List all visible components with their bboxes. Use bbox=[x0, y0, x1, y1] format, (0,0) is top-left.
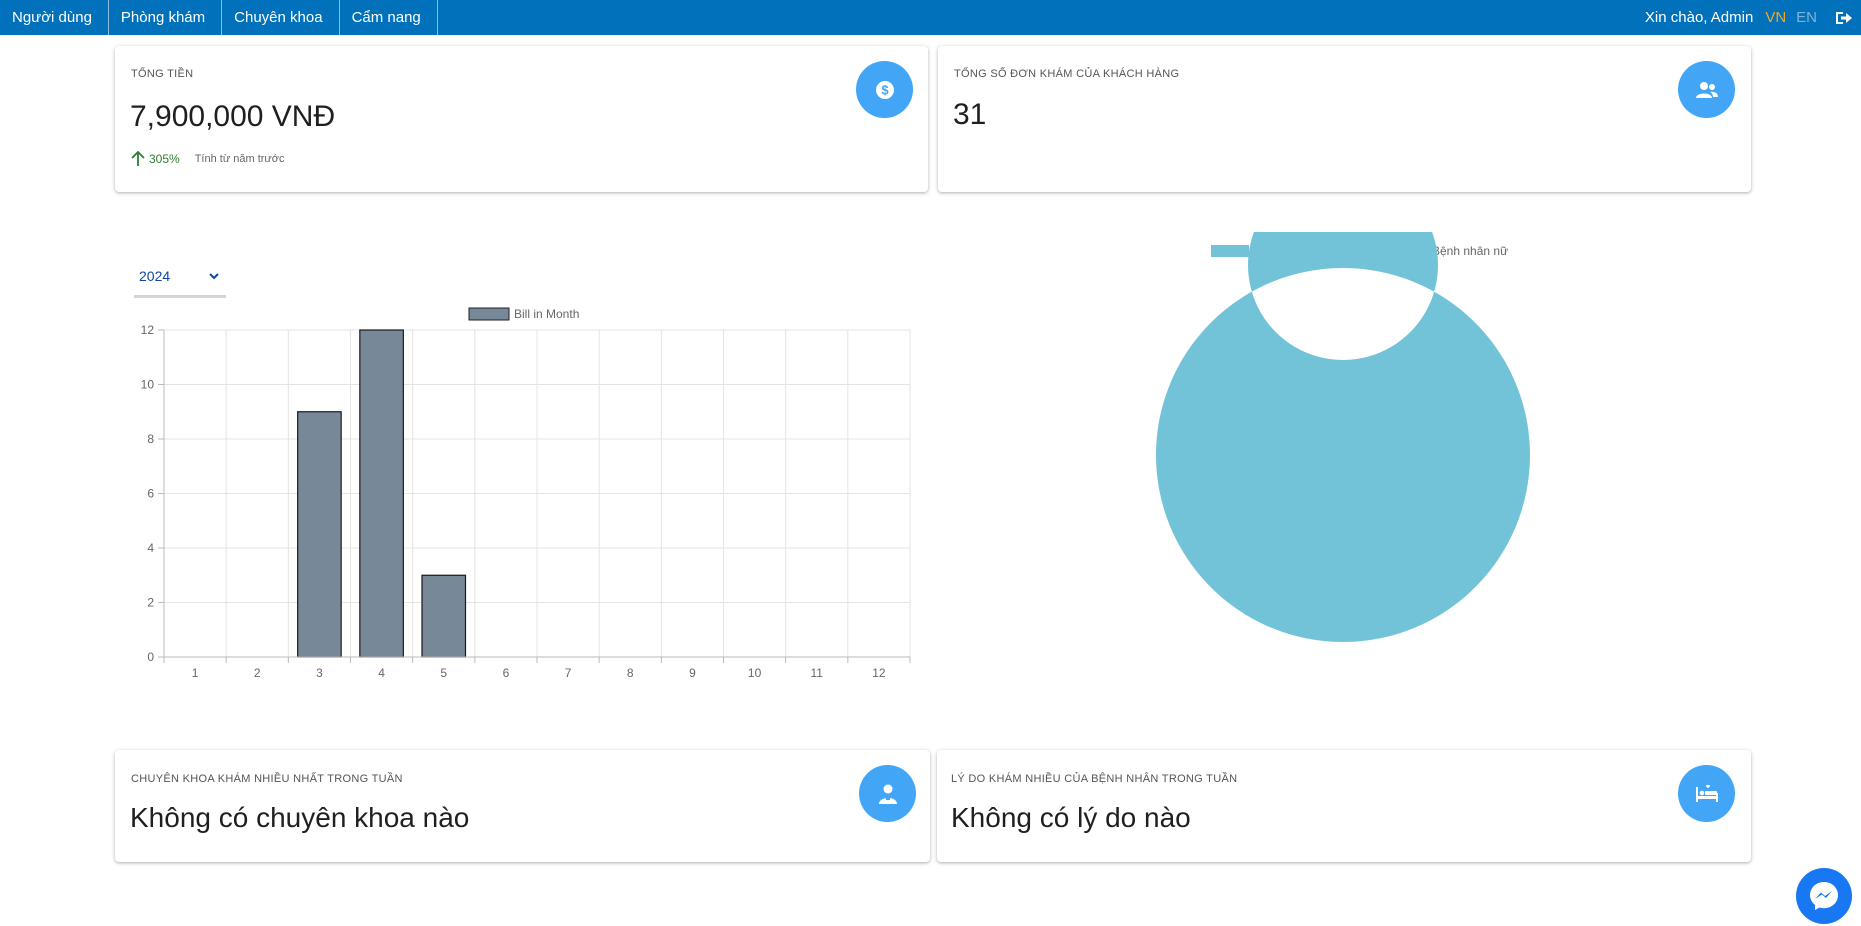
language-vn-toggle[interactable]: VN bbox=[1765, 9, 1786, 26]
x-tick-label: 8 bbox=[627, 666, 634, 680]
nav-item-handbook[interactable]: Cẩm nang bbox=[340, 0, 438, 35]
card-value: 7,900,000 VNĐ bbox=[130, 100, 336, 133]
total-money-card: TỔNG TIỀN 7,900,000 VNĐ $ bbox=[115, 46, 928, 192]
chart-legend-item: Bill in Month bbox=[468, 307, 579, 321]
legend-label: Bill in Month bbox=[514, 307, 579, 321]
arrow-up-icon bbox=[131, 151, 145, 166]
y-tick-label: 6 bbox=[147, 487, 154, 501]
card-label: LÝ DO KHÁM NHIỀU CỦA BỆNH NHÂN TRONG TUẦ… bbox=[951, 773, 1238, 785]
gender-donut-chart: Bệnh nhân namBệnh nhân nữ bbox=[1155, 232, 1530, 642]
doctor-icon bbox=[859, 765, 916, 822]
legend-swatch bbox=[468, 307, 510, 321]
x-tick-label: 10 bbox=[748, 666, 762, 680]
nav-item-label: Chuyên khoa bbox=[234, 9, 323, 26]
trend-indicator: 305% Tính từ năm trước bbox=[131, 151, 285, 167]
x-tick-label: 11 bbox=[811, 666, 824, 680]
year-select-value: 2024 bbox=[139, 268, 171, 284]
x-tick-label: 1 bbox=[192, 666, 199, 680]
y-tick-label: 10 bbox=[141, 378, 155, 392]
messenger-chat-button[interactable] bbox=[1796, 868, 1852, 924]
y-tick-label: 4 bbox=[147, 541, 154, 555]
nav-right-group: Xin chào, Admin VN EN bbox=[1645, 0, 1861, 35]
bar bbox=[421, 574, 467, 658]
top-reason-card: LÝ DO KHÁM NHIỀU CỦA BỆNH NHÂN TRONG TUẦ… bbox=[937, 750, 1751, 862]
chevron-down-icon bbox=[209, 273, 219, 280]
bar bbox=[359, 329, 404, 658]
card-value: Không có chuyên khoa nào bbox=[130, 802, 470, 833]
x-tick-label: 4 bbox=[378, 666, 385, 680]
svg-text:$: $ bbox=[881, 82, 889, 97]
nav-item-users[interactable]: Người dùng bbox=[0, 0, 109, 35]
card-value: 31 bbox=[953, 98, 987, 131]
card-value: Không có lý do nào bbox=[951, 802, 1191, 833]
logout-icon[interactable] bbox=[1827, 0, 1861, 35]
nav-item-label: Người dùng bbox=[12, 9, 92, 26]
card-label: CHUYÊN KHOA KHÁM NHIỀU NHẤT TRONG TUẦN bbox=[131, 773, 403, 785]
legend-label: Bệnh nhân nữ bbox=[1432, 244, 1508, 258]
messenger-icon bbox=[1810, 882, 1838, 910]
nav-item-clinics[interactable]: Phòng khám bbox=[109, 0, 223, 35]
dollar-icon: $ bbox=[856, 61, 913, 118]
trend-note: Tính từ năm trước bbox=[194, 153, 285, 165]
trend-percent: 305% bbox=[149, 152, 180, 166]
year-select[interactable]: 2024 bbox=[134, 262, 226, 298]
nav-item-label: Phòng khám bbox=[120, 9, 206, 26]
nav-item-label: Cẩm nang bbox=[351, 9, 421, 26]
top-specialty-card: CHUYÊN KHOA KHÁM NHIỀU NHẤT TRONG TUẦN K… bbox=[115, 750, 930, 862]
x-tick-label: 12 bbox=[872, 666, 886, 680]
y-tick-label: 8 bbox=[147, 432, 154, 446]
top-navbar: Người dùng Phòng khám Chuyên khoa Cẩm na… bbox=[0, 0, 1861, 35]
card-label: TỔNG TIỀN bbox=[131, 68, 194, 80]
total-bookings-card: TỔNG SỐ ĐƠN KHÁM CỦA KHÁCH HÀNG 31 bbox=[938, 46, 1751, 192]
card-label: TỔNG SỐ ĐƠN KHÁM CỦA KHÁCH HÀNG bbox=[954, 68, 1180, 80]
language-en-toggle[interactable]: EN bbox=[1796, 9, 1817, 26]
users-icon bbox=[1678, 61, 1735, 118]
x-tick-label: 7 bbox=[565, 666, 572, 680]
hospital-bed-icon bbox=[1678, 765, 1735, 822]
legend-swatch bbox=[1211, 245, 1249, 257]
x-tick-label: 9 bbox=[689, 666, 696, 680]
bill-bar-chart: Bill in Month 0246810121 2 3 4 5 6 7 8 9 10 11 12 bbox=[141, 307, 911, 680]
x-tick-label: 6 bbox=[503, 666, 510, 680]
y-tick-label: 12 bbox=[141, 323, 155, 337]
greeting-text: Xin chào, Admin bbox=[1644, 9, 1754, 26]
x-tick-label: 3 bbox=[316, 666, 323, 680]
x-tick-label: 5 bbox=[440, 666, 447, 680]
y-tick-label: 2 bbox=[147, 596, 154, 610]
y-tick-label: 0 bbox=[147, 650, 154, 664]
bar bbox=[297, 411, 342, 658]
x-tick-label: 2 bbox=[254, 666, 261, 680]
nav-item-specialties[interactable]: Chuyên khoa bbox=[222, 0, 340, 35]
